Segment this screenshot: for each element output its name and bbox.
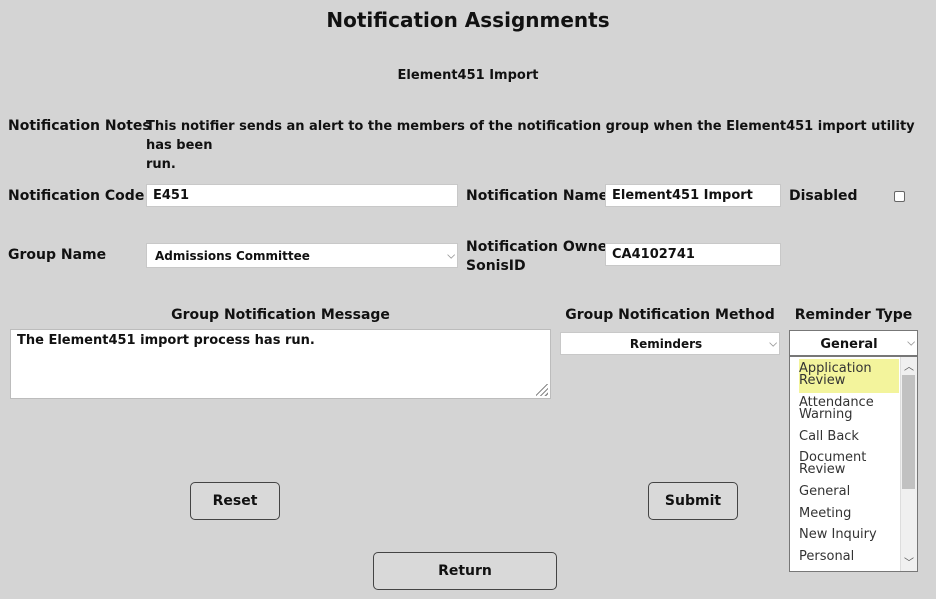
group-message-text: The Element451 import process has run. [17, 333, 315, 348]
notification-owner-label: Notification Owner SonisID [466, 238, 614, 276]
reset-button[interactable]: Reset [190, 482, 280, 520]
return-button[interactable]: Return [373, 552, 557, 590]
reminder-type-label: Reminder Type [794, 307, 913, 323]
chevron-down-icon: ⌵ [769, 338, 777, 349]
option-application-review[interactable]: Application Review [799, 359, 899, 393]
reminder-type-select[interactable]: General ⌵ [789, 330, 918, 356]
option-line-2: Warning [799, 407, 853, 422]
option-meeting[interactable]: Meeting [799, 506, 899, 521]
disabled-checkbox[interactable] [894, 191, 905, 202]
chevron-down-icon: ⌵ [907, 337, 915, 349]
group-name-value: Admissions Committee [155, 249, 310, 263]
option-call-back[interactable]: Call Back [799, 429, 899, 444]
page-subtitle: Element451 Import [397, 68, 539, 83]
group-message-textarea[interactable]: The Element451 import process has run. [10, 329, 551, 399]
notification-code-field[interactable]: E451 [146, 184, 458, 207]
option-line-2: Review [799, 462, 846, 477]
option-line-1: New Inquiry [799, 527, 877, 542]
option-new-inquiry[interactable]: New Inquiry [799, 527, 899, 542]
notes-line-1: This notifier sends an alert to the memb… [146, 119, 915, 153]
notification-name-label: Notification Name [466, 188, 609, 204]
owner-label-line-1: Notification Owner [466, 239, 615, 255]
resize-grip-icon[interactable] [536, 384, 548, 396]
option-line-2: Review [799, 373, 846, 388]
submit-button[interactable]: Submit [648, 482, 738, 520]
option-line-1: Personal [799, 549, 855, 564]
chevron-down-icon[interactable]: ﹀ [904, 554, 914, 569]
option-personal[interactable]: Personal [799, 549, 899, 564]
reminder-type-value: General [820, 337, 878, 352]
option-line-1: General [799, 484, 851, 499]
notification-name-field[interactable]: Element451 Import [605, 184, 781, 207]
option-attendance-warning[interactable]: Attendance Warning [799, 396, 899, 422]
option-general[interactable]: General [799, 484, 899, 499]
option-line-1: Meeting [799, 506, 852, 521]
group-method-select[interactable]: Reminders ⌵ [560, 332, 780, 355]
chevron-down-icon: ⌵ [447, 250, 455, 261]
option-document-review[interactable]: Document Review [799, 451, 899, 477]
group-name-select[interactable]: Admissions Committee ⌵ [146, 243, 458, 268]
dropdown-scrollbar[interactable]: ︿ ﹀ [900, 357, 917, 571]
notification-notes-label: Notification Notes [8, 118, 151, 134]
page-title: Notification Assignments [326, 8, 610, 32]
disabled-label: Disabled [789, 188, 858, 204]
notification-notes-text: This notifier sends an alert to the memb… [146, 117, 926, 174]
notes-line-2: run. [146, 157, 176, 172]
owner-sonisid-field[interactable]: CA4102741 [605, 243, 781, 266]
group-message-label: Group Notification Message [171, 307, 390, 323]
notification-code-label: Notification Code [8, 188, 145, 204]
reminder-type-dropdown: Application Review Attendance Warning Ca… [789, 356, 918, 572]
chevron-up-icon[interactable]: ︿ [904, 358, 914, 373]
group-method-value: Reminders [629, 337, 703, 351]
group-method-label: Group Notification Method [565, 307, 775, 323]
option-line-1: Call Back [799, 429, 859, 444]
owner-label-line-2: SonisID [466, 258, 526, 274]
scrollbar-thumb[interactable] [902, 375, 915, 489]
group-name-label: Group Name [8, 247, 107, 263]
